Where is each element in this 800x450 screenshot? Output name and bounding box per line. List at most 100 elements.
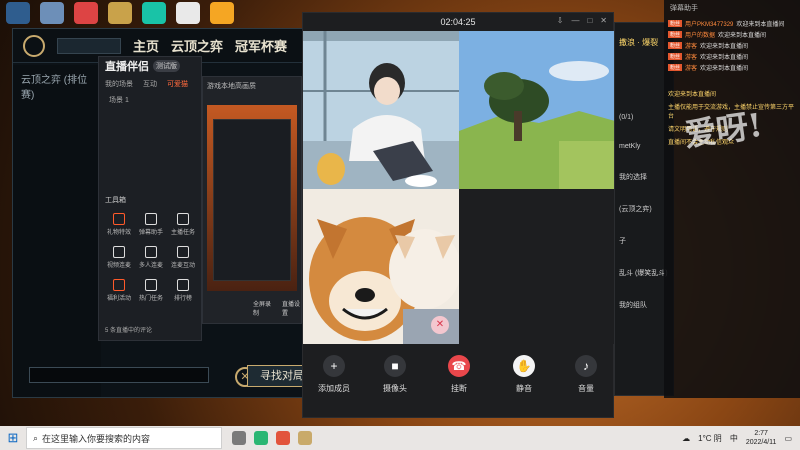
start-icon[interactable]: ⊞ [0, 430, 26, 446]
call-control-icon: ■ [384, 355, 406, 377]
weather-icon[interactable]: ☁ [682, 434, 690, 443]
call-control-button[interactable]: ✋ 静音 [499, 355, 549, 394]
weather-text[interactable]: 1°C 阴 [698, 433, 722, 444]
tool-item[interactable]: 弹幕助手 [135, 213, 167, 236]
nav-champion-cup[interactable]: 冠军杯赛 [235, 36, 287, 55]
tool-label: 多人连麦 [138, 263, 163, 269]
call-titlebar: 02:04:25 ⇩ — □ ✕ [303, 13, 613, 31]
taskbar: ⊞ ⌕ 在这里输入你要搜索的内容 ☁ 1°C 阴 中 2:77 2022/4/1… [0, 426, 800, 450]
tool-icon [145, 279, 157, 291]
call-control-label: 摄像头 [383, 384, 407, 393]
app-icon[interactable] [108, 2, 132, 24]
danmu-user[interactable]: 游客 [685, 63, 697, 72]
call-controls: + 添加成员 ■ 摄像头 ☎ 挂断 ✋ 静音 ♪ 音量 [303, 343, 613, 417]
danmu-message: 欢迎来到本直播间 [736, 22, 785, 28]
anime-boy-image [303, 31, 459, 189]
tool-item[interactable]: 主播任务 [167, 213, 199, 236]
tool-item[interactable]: 视频连麦 [103, 246, 135, 269]
game-logo-icon[interactable] [23, 34, 45, 57]
helper-title: 直播伴侣 [105, 61, 149, 73]
tool-label: 排行榜 [173, 296, 192, 302]
notification-icon[interactable]: ▭ [784, 434, 792, 443]
input-method[interactable]: 中 [730, 433, 738, 444]
search-placeholder: 在这里输入你要搜索的内容 [42, 433, 151, 444]
pin-icon[interactable]: ⇩ [557, 16, 564, 25]
app-icon[interactable] [40, 2, 64, 24]
call-control-label: 添加成员 [318, 384, 350, 393]
taskbar-apps [232, 431, 312, 445]
tool-item[interactable]: 连麦互动 [167, 246, 199, 269]
danmu-badge: 粉丝 [668, 53, 683, 60]
danmu-badge: 粉丝 [668, 64, 683, 71]
tool-label: 热门任务 [138, 296, 163, 302]
danmu-panel: 弹幕助手 粉丝 用户PKM3477329 欢迎来到本直播间 粉丝 用户的数据 欢迎来到本直… [664, 0, 800, 398]
system-tray: ☁ 1°C 阴 中 2:77 2022/4/11 ▭ [682, 429, 800, 447]
tool-item[interactable]: 礼物特效 [103, 213, 135, 236]
nav-tft[interactable]: 云顶之弈 [171, 36, 223, 55]
task-view-icon[interactable] [232, 431, 246, 445]
app-icon[interactable] [176, 2, 200, 24]
video-tile-1[interactable] [303, 31, 459, 189]
app-icon[interactable] [276, 431, 290, 445]
wechat-icon[interactable] [254, 431, 268, 445]
tool-label: 连麦互动 [170, 263, 195, 269]
danmu-user[interactable]: 游客 [685, 52, 697, 61]
taskbar-search[interactable]: ⌕ 在这里输入你要搜索的内容 [26, 427, 222, 449]
clock[interactable]: 2:77 2022/4/11 [746, 429, 777, 447]
video-tile-3[interactable]: ✕ [303, 189, 459, 344]
close-icon[interactable]: ✕ [600, 16, 607, 25]
call-control-label: 音量 [578, 384, 594, 393]
tab-active[interactable]: 可爱猫 [167, 79, 188, 89]
tab-scenes[interactable]: 我的场景 [105, 79, 133, 89]
tool-icon [177, 279, 189, 291]
danmu-row: 粉丝 游客 欢迎来到本直播间 [664, 40, 800, 51]
video-tile-2[interactable] [459, 31, 615, 189]
danmu-note: 欢迎来到本直播间 [668, 92, 717, 98]
app-icon[interactable] [74, 2, 98, 24]
preview-tab[interactable]: 游戏本地高画质 [203, 77, 301, 95]
tool-item[interactable]: 排行榜 [167, 279, 199, 302]
game-icon[interactable] [298, 431, 312, 445]
call-control-button[interactable]: ■ 摄像头 [370, 355, 420, 394]
preview-inner [213, 119, 291, 281]
tool-item[interactable]: 福利活动 [103, 279, 135, 302]
danmu-user[interactable]: 用户PKM3477329 [685, 19, 733, 28]
call-control-button[interactable]: ☎ 挂断 [434, 355, 484, 394]
clock-time: 2:77 [754, 430, 768, 437]
maximize-icon[interactable]: □ [587, 16, 592, 25]
danmu-user[interactable]: 用户的数据 [685, 30, 715, 39]
danmu-message: 欢迎来到本直播间 [700, 55, 749, 61]
chat-input[interactable] [29, 367, 209, 383]
tool-item[interactable]: 热门任务 [135, 279, 167, 302]
preview-image [207, 105, 297, 291]
app-icon[interactable] [142, 2, 166, 24]
tool-label: 主播任务 [170, 230, 195, 236]
settings-button[interactable]: 直播设置 [282, 299, 301, 317]
minimize-icon[interactable]: — [571, 16, 579, 25]
muted-mic-icon: ✕ [431, 316, 449, 334]
scene-item[interactable]: 场景 1 [99, 93, 201, 107]
tool-label: 视频连麦 [106, 263, 131, 269]
game-search-box[interactable] [57, 37, 121, 54]
tool-icon [113, 213, 125, 225]
call-control-label: 静音 [516, 384, 532, 393]
tool-icon [113, 246, 125, 258]
danmu-message: 欢迎来到本直播间 [700, 44, 749, 50]
tab-interact[interactable]: 互动 [143, 79, 157, 89]
record-button[interactable]: 全屏录制 [253, 299, 272, 317]
call-control-button[interactable]: ♪ 音量 [561, 355, 611, 394]
tool-item[interactable]: 多人连麦 [135, 246, 167, 269]
call-control-icon: ♪ [575, 355, 597, 377]
nav-home[interactable]: 主页 [133, 36, 159, 55]
app-icon[interactable] [6, 2, 30, 24]
call-control-icon: + [323, 355, 345, 377]
toolbox-label: 工具箱 [105, 197, 126, 204]
app-icon[interactable] [210, 2, 234, 24]
call-control-button[interactable]: + 添加成员 [309, 355, 359, 394]
danmu-user[interactable]: 游客 [685, 41, 697, 50]
stream-helper-window: 直播伴侣 测试版 我的场景 互动 可爱猫 场景 1 工具箱 礼物特效 弹幕助手 主播… [98, 56, 202, 341]
danmu-row: 粉丝 游客 欢迎来到本直播间 [664, 62, 800, 73]
tool-icon [145, 246, 157, 258]
landscape-image [459, 31, 615, 189]
queue-title: 云顶之弈 (排位赛) [21, 75, 88, 101]
